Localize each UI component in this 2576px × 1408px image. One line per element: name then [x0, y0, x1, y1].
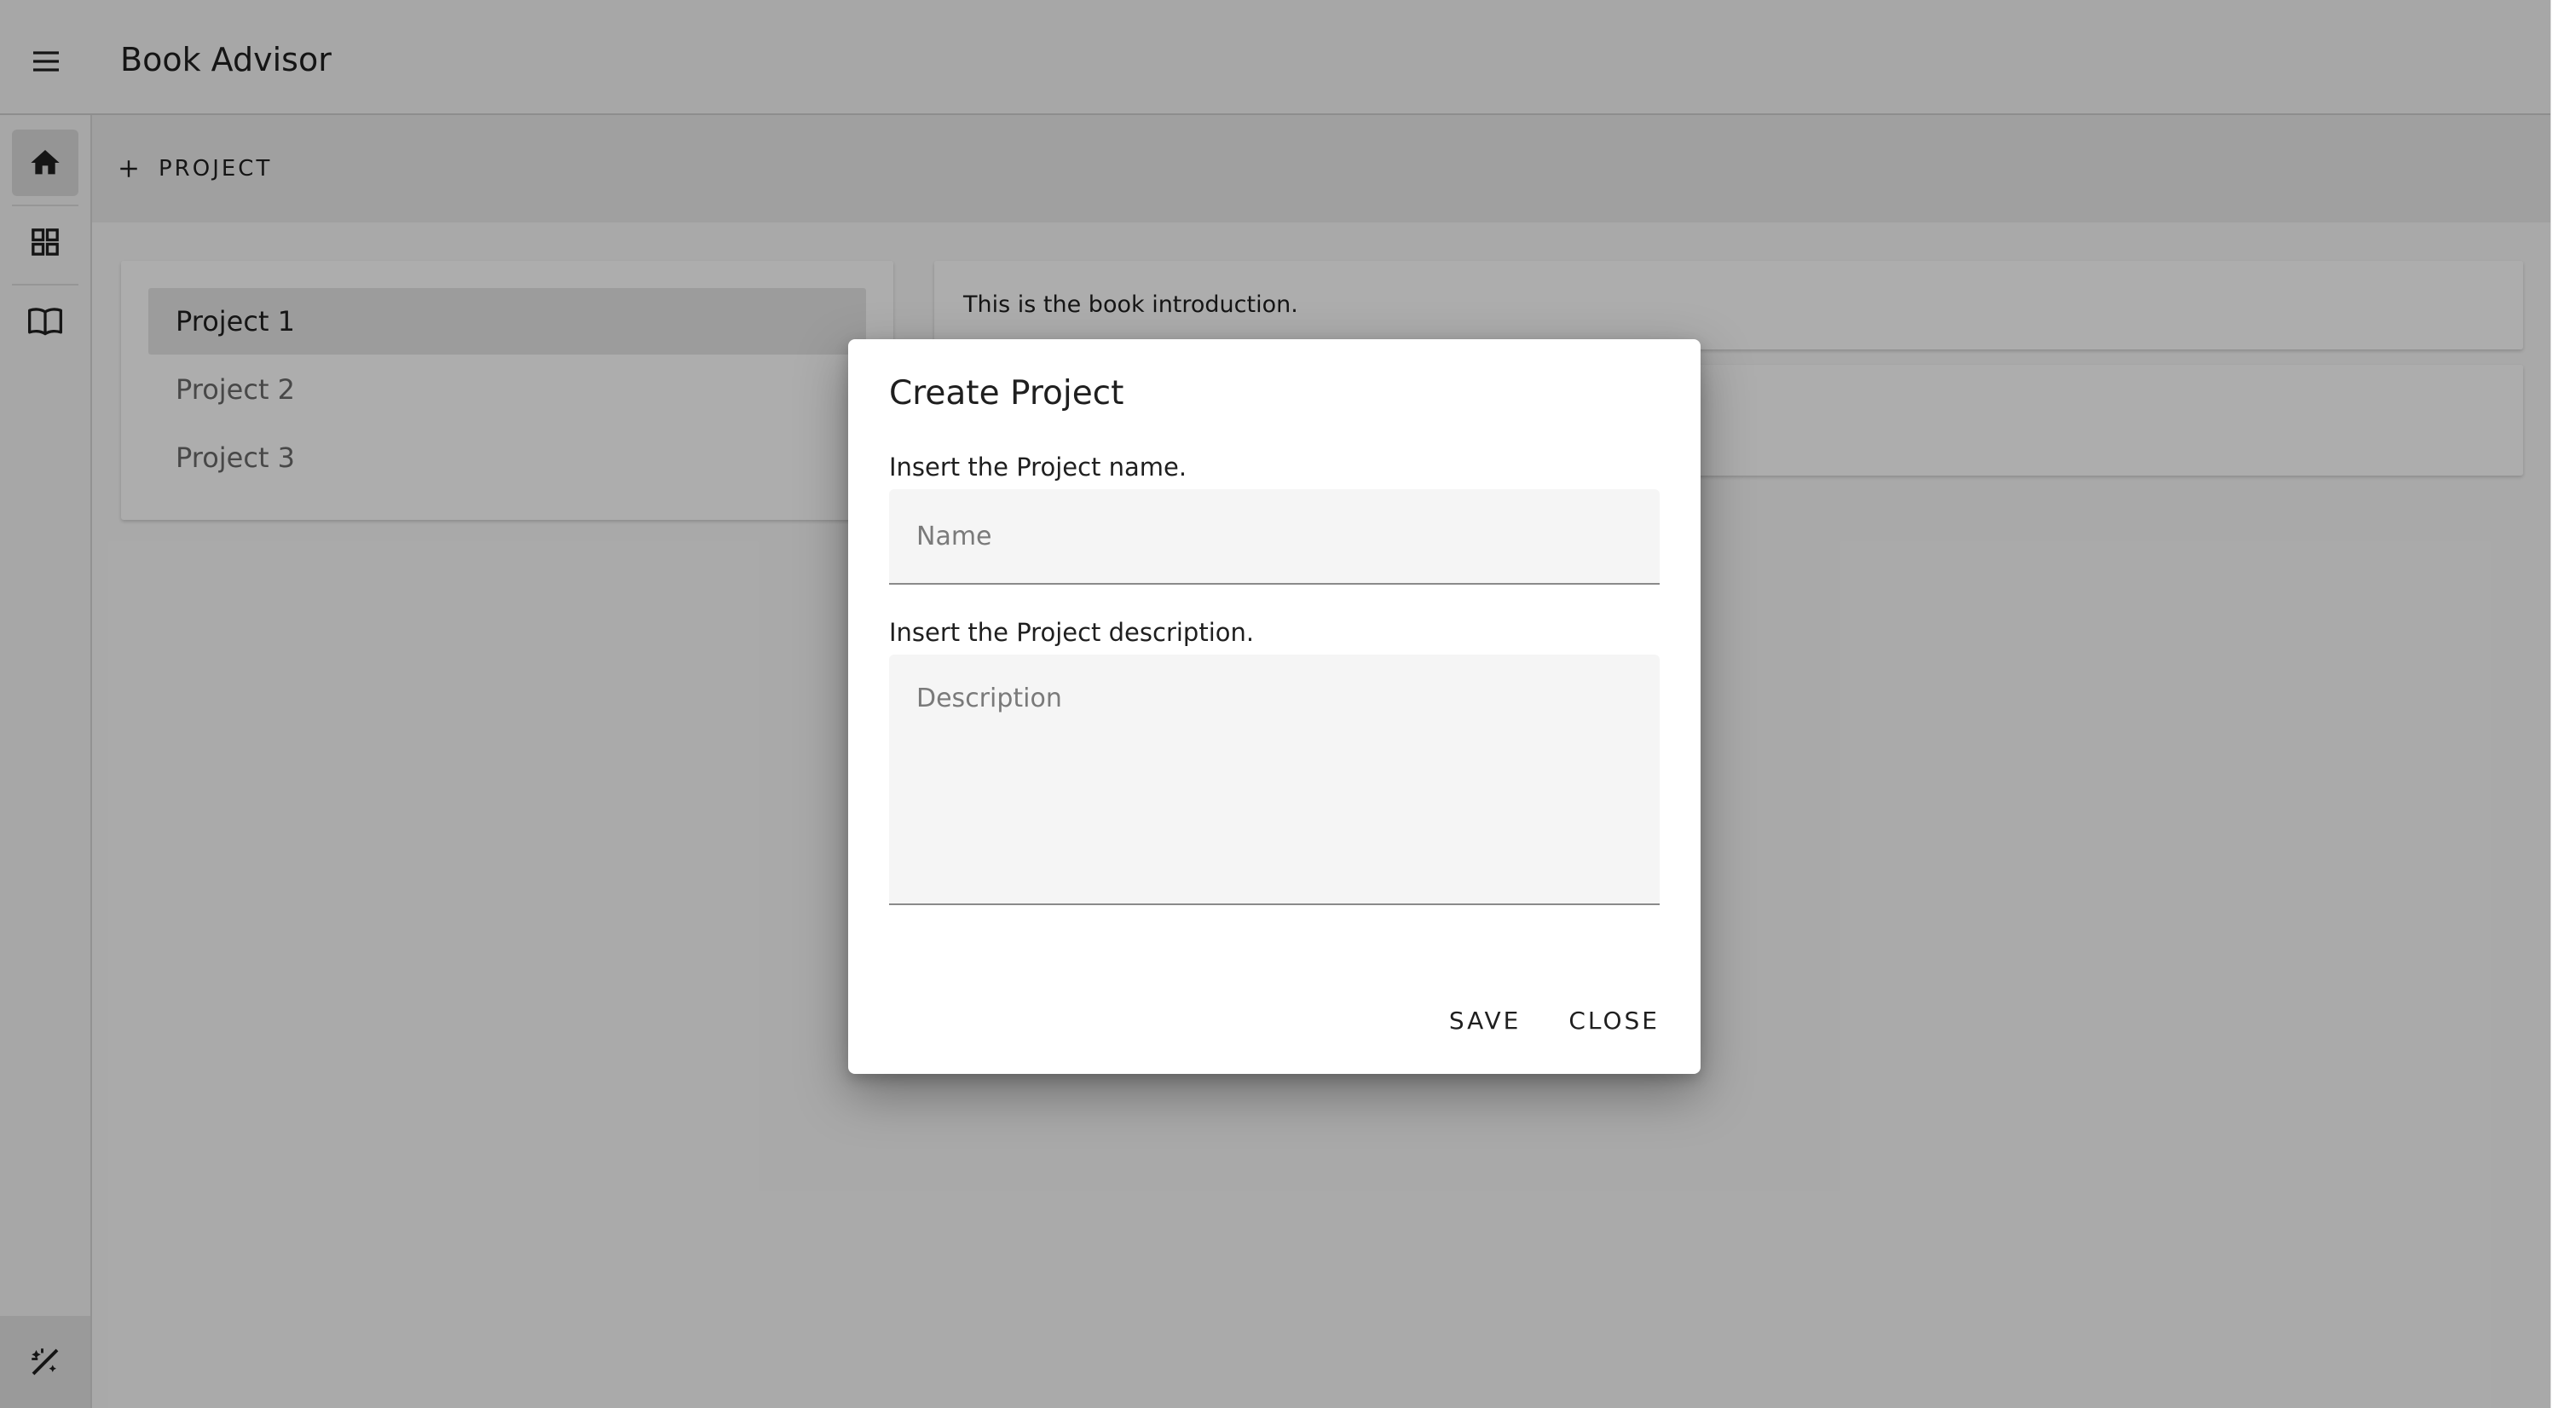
dialog-title: Create Project [889, 374, 1124, 413]
description-field-label: Insert the Project description. [889, 618, 1255, 647]
scrollbar[interactable] [2550, 0, 2576, 1408]
create-project-dialog: Create Project Insert the Project name. … [848, 339, 1701, 1074]
dialog-actions: SAVE CLOSE [1434, 993, 1675, 1048]
close-button[interactable]: CLOSE [1553, 993, 1675, 1048]
name-field-label: Insert the Project name. [889, 453, 1187, 482]
save-button[interactable]: SAVE [1434, 993, 1537, 1048]
project-name-input[interactable] [889, 489, 1660, 585]
project-description-input[interactable] [889, 655, 1660, 905]
